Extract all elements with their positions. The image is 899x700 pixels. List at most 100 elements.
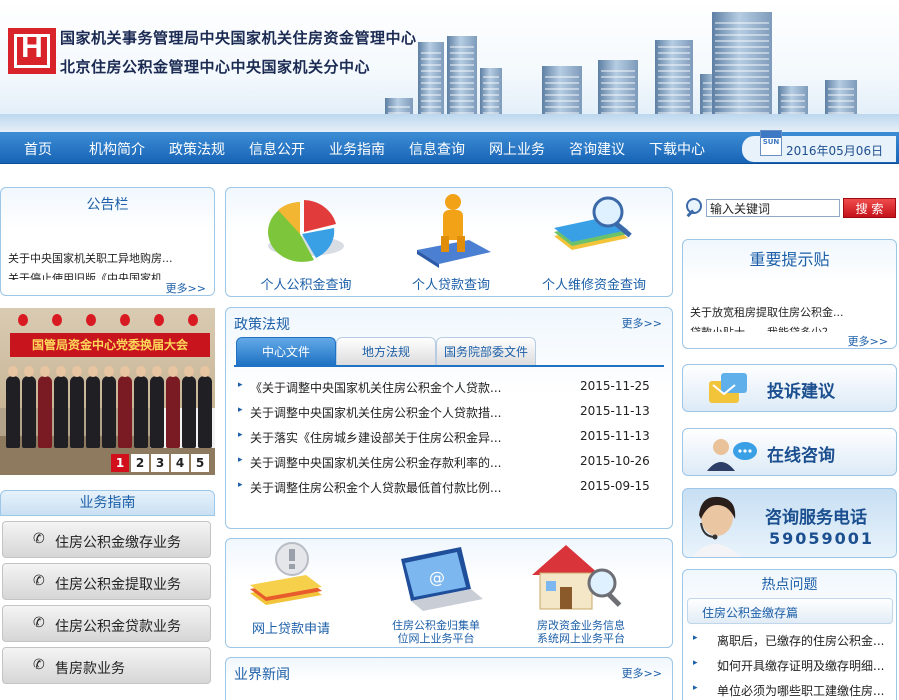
policy-title: 政策法规 (234, 317, 290, 333)
service-hotline: 咨询服务电话 59059001 (682, 488, 897, 558)
person (22, 366, 36, 448)
slide-button-5[interactable]: 5 (191, 454, 209, 472)
main-nav: 首页 机构简介 政策法规 信息公开 业务指南 信息查询 网上业务 咨询建议 下载… (0, 130, 899, 164)
arrow-bullet-icon: ▸ (238, 455, 243, 465)
photo-banner: 国管局资金中心党委换届大会 (10, 333, 210, 357)
slide-button-1[interactable]: 1 (111, 454, 129, 472)
photo-slideshow[interactable]: 国管局资金中心党委换届大会 1 2 3 4 5 (0, 308, 215, 475)
guide-item-withdraw[interactable]: ✆ 住房公积金提取业务 (2, 563, 211, 600)
online-consult-button[interactable]: 在线咨询 (682, 428, 897, 476)
person (102, 366, 116, 448)
hotline-label: 咨询服务电话 (765, 508, 867, 528)
unit-collection-platform[interactable]: @ 住房公积金归集单 位网上业务平台 (371, 539, 501, 647)
search-button[interactable]: 搜 索 (843, 198, 896, 218)
nav-item-disclosure[interactable]: 信息公开 (249, 139, 305, 159)
guide-item-sale[interactable]: ✆ 售房款业务 (2, 647, 211, 684)
tips-more-link[interactable]: 更多>> (848, 333, 888, 349)
notice-item[interactable]: 关于停止使用旧版《中央国家机 (8, 270, 208, 280)
arrow-bullet-icon: ▸ (693, 658, 698, 668)
arrow-bullet-icon: ▸ (238, 480, 243, 490)
arrow-bullet-icon: ▸ (238, 405, 243, 415)
lantern (86, 314, 96, 326)
complaint-icon (709, 373, 747, 403)
complaint-button[interactable]: 投诉建议 (682, 364, 897, 412)
house-magnifier-icon (532, 545, 622, 610)
personal-fund-query[interactable]: 个人公积金查询 (236, 188, 376, 296)
tab-underline (234, 365, 664, 367)
nav-item-online[interactable]: 网上业务 (489, 139, 545, 159)
hot-title: 热点问题 (761, 577, 818, 593)
tips-item[interactable]: 贷款小贴士——我能贷多少？ (690, 324, 890, 332)
org-name-line1: 国家机关事务管理局中央国家机关住房资金管理中心 (60, 29, 417, 47)
phone-icon: ✆ (33, 573, 45, 589)
policy-row[interactable]: ▸ 关于落实《住房城乡建设部关于住房公积金异... 2015-11-13 (226, 427, 672, 449)
hot-subtitle-bar[interactable]: 住房公积金缴存篇 (687, 598, 893, 624)
personal-loan-query[interactable]: 个人贷款查询 (381, 188, 521, 296)
tips-item[interactable]: 关于放宽租房提取住房公积金... (690, 304, 890, 320)
lantern (120, 314, 130, 326)
hotline-number: 59059001 (769, 529, 875, 548)
nav-item-about[interactable]: 机构简介 (89, 139, 145, 159)
nav-item-policy[interactable]: 政策法规 (169, 139, 225, 159)
site-header: H 国家机关事务管理局中央国家机关住房资金管理中心 北京住房公积金管理中心中央国… (0, 0, 899, 132)
policy-row[interactable]: ▸ 关于调整中央国家机关住房公积金个人贷款措... 2015-11-13 (226, 402, 672, 424)
person-book-icon (417, 194, 491, 268)
news-title: 业界新闻 (234, 667, 290, 683)
book-magnifier-icon (554, 196, 632, 250)
slide-button-3[interactable]: 3 (151, 454, 169, 472)
notice-more-link[interactable]: 更多>> (166, 280, 206, 296)
nav-item-advice[interactable]: 咨询建议 (569, 139, 625, 159)
arrow-bullet-icon: ▸ (693, 633, 698, 643)
lantern (18, 314, 28, 326)
phone-icon: ✆ (33, 531, 45, 547)
chat-person-icon (707, 439, 757, 471)
nav-item-home[interactable]: 首页 (24, 139, 52, 159)
hot-questions-panel: 热点问题 住房公积金缴存篇 ▸ 离职后，已缴存的住房公积金... ▸ 如何开具缴… (682, 569, 897, 700)
policy-row[interactable]: ▸ 关于调整中央国家机关住房公积金存款利率的... 2015-10-26 (226, 452, 672, 474)
phone-icon: ✆ (33, 615, 45, 631)
policy-row[interactable]: ▸ 关于调整住房公积金个人贷款最低首付款比例... 2015-09-15 (226, 477, 672, 499)
lantern (188, 314, 198, 326)
notice-title: 公告栏 (86, 197, 129, 213)
phone-icon: ✆ (33, 657, 45, 673)
guide-item-deposit[interactable]: ✆ 住房公积金缴存业务 (2, 521, 211, 558)
person (118, 366, 132, 448)
hot-question-row[interactable]: ▸ 单位必须为哪些职工建缴住房... (683, 680, 896, 700)
nav-item-guide[interactable]: 业务指南 (329, 139, 385, 159)
person (166, 366, 180, 448)
nav-item-download[interactable]: 下载中心 (649, 139, 705, 159)
tab-state-council-docs[interactable]: 国务院部委文件 (436, 337, 536, 365)
person (134, 366, 148, 448)
policy-row[interactable]: ▸ 《关于调整中央国家机关住房公积金个人贷款... 2015-11-25 (226, 377, 672, 399)
org-name-line2: 北京住房公积金管理中心中央国家机关分中心 (60, 58, 371, 76)
hot-question-row[interactable]: ▸ 离职后，已缴存的住房公积金... (683, 630, 896, 652)
hot-question-row[interactable]: ▸ 如何开具缴存证明及缴存明细... (683, 655, 896, 677)
guide-title-bar: 业务指南 (0, 490, 215, 516)
svg-text:@: @ (429, 568, 445, 587)
notice-item[interactable]: 关于中央国家机关职工异地购房... (8, 250, 208, 266)
search-input[interactable] (706, 199, 840, 217)
arrow-bullet-icon: ▸ (693, 683, 698, 693)
housing-reform-platform[interactable]: 房改资金业务信息 系统网上业务平台 (516, 539, 646, 647)
tab-center-docs[interactable]: 中心文件 (236, 337, 336, 365)
current-date: 2016年05月06日 (786, 144, 884, 158)
maintenance-fund-query[interactable]: 个人维修资金查询 (524, 188, 664, 296)
slide-button-2[interactable]: 2 (131, 454, 149, 472)
online-loan-application[interactable]: 网上贷款申请 (226, 539, 356, 647)
slide-button-4[interactable]: 4 (171, 454, 189, 472)
person (198, 366, 212, 448)
tab-local-regs[interactable]: 地方法规 (336, 337, 436, 365)
operator-avatar-icon (692, 496, 741, 557)
news-more-link[interactable]: 更多>> (622, 665, 662, 681)
search-icon (686, 198, 702, 218)
policy-panel: 政策法规 更多>> 中心文件 地方法规 国务院部委文件 ▸ 《关于调整中央国家机… (225, 307, 673, 529)
calendar-icon: SUN (760, 130, 782, 156)
guide-item-loan[interactable]: ✆ 住房公积金贷款业务 (2, 605, 211, 642)
nav-item-inquiry[interactable]: 信息查询 (409, 139, 465, 159)
query-panel: 个人公积金查询 个人贷款查询 个人维修资金查询 (225, 187, 673, 297)
important-tips-panel: 重要提示贴 关于放宽租房提取住房公积金... 贷款小贴士——我能贷多少？ 更多>… (682, 239, 897, 349)
industry-news-panel: 业界新闻 更多>> (225, 657, 673, 700)
arrow-bullet-icon: ▸ (238, 380, 243, 390)
person (150, 366, 164, 448)
policy-more-link[interactable]: 更多>> (622, 315, 662, 331)
